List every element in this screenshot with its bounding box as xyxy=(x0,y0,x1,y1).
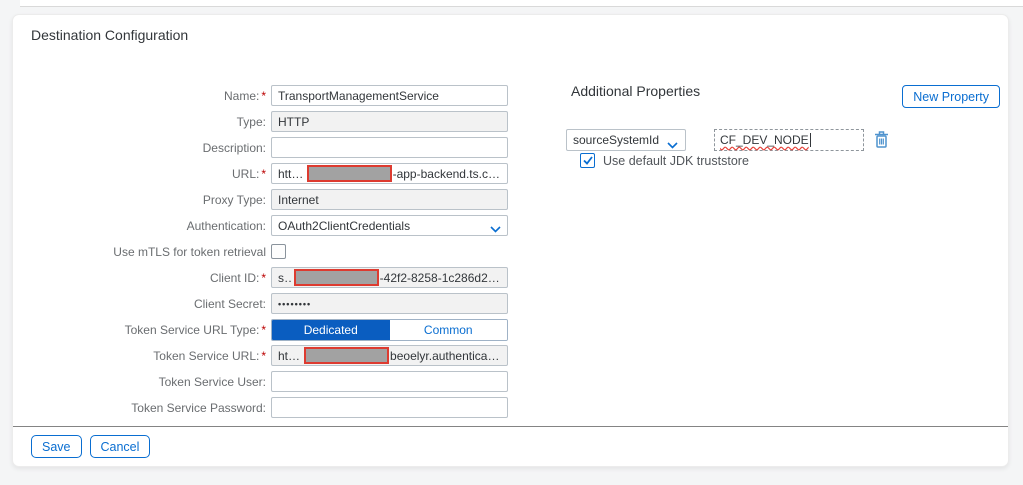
redaction-overlay xyxy=(306,165,392,182)
type-value: HTTP xyxy=(278,114,310,129)
url-prefix: https: xyxy=(278,166,306,181)
segment-option-common[interactable]: Common xyxy=(389,319,507,340)
form-row-mtls: Use mTLS for token retrieval xyxy=(29,241,508,262)
redaction-overlay xyxy=(293,269,379,286)
client-secret-label: Client Secret: xyxy=(193,296,266,311)
form-row-url: URL: * https: -app-backend.ts.cfa... xyxy=(29,163,508,184)
token-service-user-field[interactable] xyxy=(271,371,508,392)
form-row-client-id: Client ID:* sb- -42f2-8258-1c286d2693... xyxy=(29,267,508,288)
proxy-type-label: Proxy Type: xyxy=(202,192,266,207)
url-field[interactable]: https: -app-backend.ts.cfa... xyxy=(271,163,508,184)
segment-option-dedicated[interactable]: Dedicated xyxy=(272,319,390,340)
form-row-authentication: Authentication: OAuth2ClientCredentials xyxy=(29,215,508,236)
property-value-input[interactable]: CF_DEV_NODE xyxy=(714,129,864,151)
text-cursor xyxy=(809,133,811,147)
token-service-user-label: Token Service User: xyxy=(158,374,266,389)
description-field[interactable] xyxy=(271,137,508,158)
url-suffix: -app-backend.ts.cfa... xyxy=(392,166,501,181)
token-service-password-field[interactable] xyxy=(271,397,508,418)
client-id-prefix: sb- xyxy=(278,270,293,285)
name-field[interactable]: TransportManagementService xyxy=(271,85,508,106)
token-service-url-type-label: Token Service URL Type: * xyxy=(124,322,266,337)
required-asterisk: * xyxy=(261,270,266,285)
additional-properties-heading: Additional Properties xyxy=(571,83,701,99)
top-toolbar-edge xyxy=(20,0,1023,7)
token-service-url-field[interactable]: https: beoelyr.authentication.... xyxy=(271,345,508,366)
form-row-client-secret: Client Secret: •••••••• xyxy=(29,293,508,314)
client-id-suffix: -42f2-8258-1c286d2693... xyxy=(379,270,501,285)
form-row-token-service-user: Token Service User: xyxy=(29,371,508,392)
destination-configuration-panel: Destination Configuration Name: * Transpor… xyxy=(12,14,1009,467)
authentication-label: Authentication: xyxy=(186,218,266,233)
client-id-label: Client ID: * xyxy=(209,270,266,285)
form-row-token-service-url-type: Token Service URL Type: * Dedicated Common xyxy=(29,318,508,341)
mtls-label: Use mTLS for token retrieval xyxy=(113,244,266,259)
form-row-description: Description: xyxy=(29,137,508,158)
token-service-url-suffix: beoelyr.authentication.... xyxy=(390,348,501,363)
required-asterisk: * xyxy=(261,322,266,337)
jdk-truststore-row: Use default JDK truststore xyxy=(580,153,749,168)
token-service-url-label: Token Service URL: * xyxy=(153,348,266,363)
form-row-token-service-url: Token Service URL:* https: beoelyr.authent… xyxy=(29,345,508,366)
chevron-down-icon xyxy=(667,138,678,152)
required-asterisk: * xyxy=(261,88,266,103)
form-fields: Name: * TransportManagementService Type: HTT… xyxy=(29,85,508,423)
mtls-checkbox[interactable] xyxy=(271,244,286,259)
page-title: Destination Configuration xyxy=(31,27,189,43)
save-button[interactable]: Save xyxy=(31,435,82,458)
property-key-value: sourceSystemId xyxy=(573,133,660,147)
authentication-select[interactable]: OAuth2ClientCredentials xyxy=(271,215,508,236)
type-label: Type: xyxy=(236,114,266,129)
chevron-down-icon xyxy=(490,222,501,236)
property-value-text: CF_DEV_NODE xyxy=(720,133,809,147)
client-secret-field[interactable]: •••••••• xyxy=(271,293,508,314)
required-asterisk: * xyxy=(261,348,266,363)
form-row-name: Name: * TransportManagementService xyxy=(29,85,508,106)
property-key-select[interactable]: sourceSystemId xyxy=(566,129,686,151)
form-row-token-service-password: Token Service Password: xyxy=(29,397,508,418)
redaction-overlay xyxy=(304,347,390,364)
delete-property-button[interactable] xyxy=(873,130,890,149)
url-label: URL: * xyxy=(231,166,266,181)
token-service-url-type-segmented: Dedicated Common xyxy=(271,318,508,341)
token-service-url-prefix: https: xyxy=(278,348,303,363)
form-row-type: Type: HTTP xyxy=(29,111,508,132)
authentication-value: OAuth2ClientCredentials xyxy=(278,218,411,233)
jdk-truststore-checkbox[interactable] xyxy=(580,153,595,168)
proxy-type-value: Internet xyxy=(278,192,319,207)
new-property-button[interactable]: New Property xyxy=(902,85,1000,108)
jdk-truststore-label: Use default JDK truststore xyxy=(603,153,749,168)
name-value: TransportManagementService xyxy=(278,88,439,103)
proxy-type-field[interactable]: Internet xyxy=(271,189,508,210)
type-field[interactable]: HTTP xyxy=(271,111,508,132)
footer-bar: Save Cancel xyxy=(13,426,1008,466)
required-asterisk: * xyxy=(261,166,266,181)
client-secret-value: •••••••• xyxy=(278,298,312,309)
client-id-field[interactable]: sb- -42f2-8258-1c286d2693... xyxy=(271,267,508,288)
cancel-button[interactable]: Cancel xyxy=(89,435,151,458)
form-row-proxy-type: Proxy Type: Internet xyxy=(29,189,508,210)
name-label: Name: * xyxy=(223,88,266,103)
description-label: Description: xyxy=(202,140,266,155)
token-service-password-label: Token Service Password: xyxy=(131,400,266,415)
